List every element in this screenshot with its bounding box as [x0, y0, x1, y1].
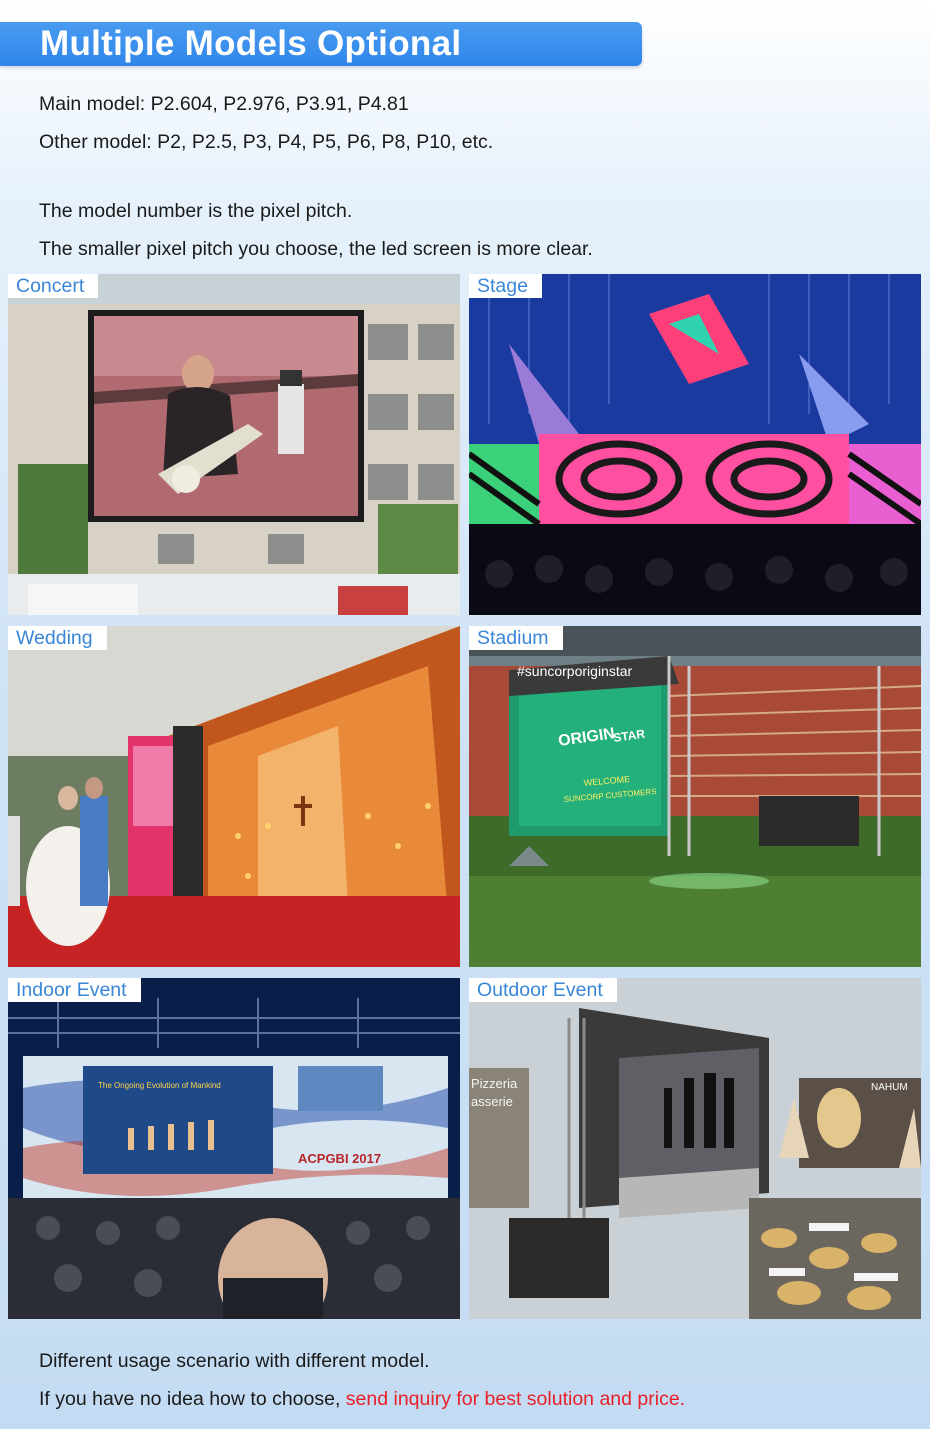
wedding-photo: Wedding: [8, 626, 460, 967]
indoor-event-label: Indoor Event: [8, 978, 141, 1002]
outdoor-event-image: Pizzeria asserie NAHUM: [469, 978, 921, 1319]
wedding-image: [8, 626, 460, 967]
stage-photo: Stage: [469, 274, 921, 615]
stage-label: Stage: [469, 274, 542, 298]
indoor-slide-title: The Ongoing Evolution of Mankind: [98, 1081, 221, 1090]
indoor-logo: ACPGBI 2017: [298, 1151, 381, 1166]
outdoor-sign-3: NAHUM: [871, 1082, 908, 1093]
usage-note: Different usage scenario with different …: [39, 1350, 430, 1372]
stadium-label: Stadium: [469, 626, 563, 650]
outdoor-event-label: Outdoor Event: [469, 978, 617, 1002]
inquiry-link[interactable]: send inquiry for best solution and price…: [346, 1388, 685, 1410]
concert-label: Concert: [8, 274, 99, 298]
header-banner: Multiple Models Optional: [0, 22, 642, 66]
stadium-photo: Stadium #suncorporiginstar ORIGIN STAR W…: [469, 626, 921, 967]
stadium-hashtag: #suncorporiginstar: [517, 663, 633, 679]
stage-image: [469, 274, 921, 615]
indoor-event-image: The Ongoing Evolution of Mankind ACPGBI …: [8, 978, 460, 1319]
wedding-label: Wedding: [8, 626, 107, 650]
inquiry-prefix: If you have no idea how to choose,: [39, 1388, 346, 1410]
outdoor-event-photo: Outdoor Event Pizzeria asserie NAHUM: [469, 978, 921, 1319]
concert-image: [8, 274, 460, 615]
other-model-text: Other model: P2, P2.5, P3, P4, P5, P6, P…: [39, 131, 494, 153]
outdoor-sign-2: asserie: [471, 1094, 513, 1109]
page-title: Multiple Models Optional: [40, 24, 462, 63]
main-model-text: Main model: P2.604, P2.976, P3.91, P4.81: [39, 93, 409, 115]
inquiry-note: If you have no idea how to choose, send …: [39, 1387, 685, 1411]
concert-photo: Concert: [8, 274, 460, 615]
indoor-event-photo: Indoor Event The Ongoing Evolution of Ma…: [8, 978, 460, 1319]
pixel-pitch-note: The model number is the pixel pitch.: [39, 200, 353, 222]
outdoor-sign-1: Pizzeria: [471, 1076, 518, 1091]
clarity-note: The smaller pixel pitch you choose, the …: [39, 238, 593, 260]
stadium-image: #suncorporiginstar ORIGIN STAR WELCOME S…: [469, 626, 921, 967]
